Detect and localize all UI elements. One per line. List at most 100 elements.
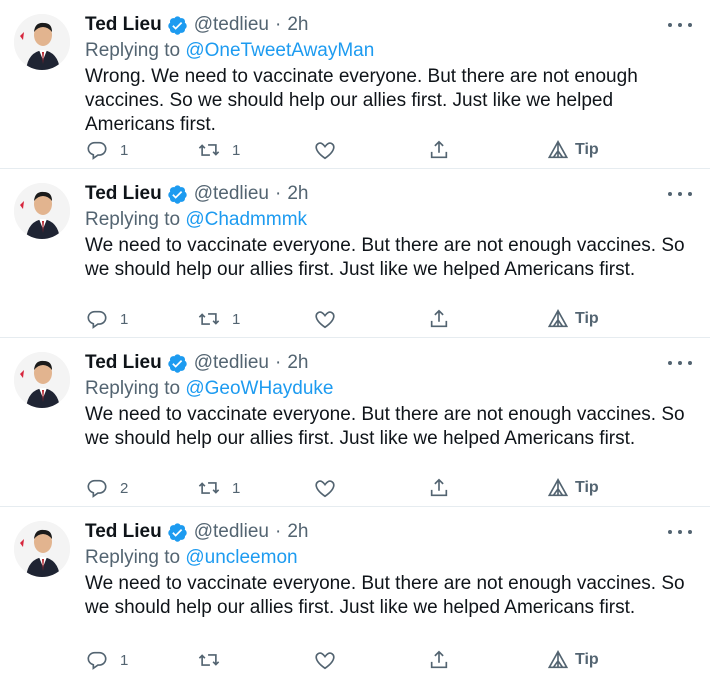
timestamp[interactable]: 2h [287, 352, 308, 374]
author-name[interactable]: Ted Lieu [85, 352, 162, 374]
reply-count: 2 [120, 479, 129, 497]
verified-badge-icon [167, 184, 188, 205]
tip-label: Tip [575, 310, 599, 327]
like-button[interactable] [314, 477, 348, 499]
replying-to-link[interactable]: @Chadmmmk [185, 209, 307, 230]
author-handle[interactable]: @tedlieu [194, 352, 269, 374]
reply-count: 1 [120, 141, 129, 159]
retweet-button[interactable] [198, 649, 232, 671]
avatar[interactable] [14, 521, 70, 577]
like-icon [315, 480, 335, 498]
reply-button[interactable]: 1 [86, 649, 128, 671]
tweet-text: We need to vaccinate everyone. But there… [85, 235, 685, 280]
like-button[interactable] [314, 308, 348, 330]
replying-to: Replying to @GeoWHayduke [85, 376, 696, 402]
tip-button[interactable]: Tip [547, 477, 599, 499]
replying-to-link[interactable]: @GeoWHayduke [185, 378, 333, 399]
replying-to: Replying to @Chadmmmk [85, 207, 696, 233]
tip-label: Tip [575, 141, 599, 158]
replying-to: Replying to @uncleemon [85, 545, 696, 571]
verified-badge-icon [167, 353, 188, 374]
like-icon [315, 311, 335, 329]
like-icon [315, 652, 335, 670]
tweet-text: Wrong. We need to vaccinate everyone. Bu… [85, 66, 638, 135]
author-handle[interactable]: @tedlieu [194, 183, 269, 205]
retweet-icon [198, 654, 220, 666]
separator-dot: · [275, 521, 282, 542]
tip-icon [547, 309, 569, 328]
tip-icon [547, 140, 569, 159]
more-icon[interactable] [668, 356, 692, 370]
reply-icon [87, 479, 107, 498]
share-button[interactable] [428, 308, 450, 330]
share-icon [430, 650, 448, 669]
tweet[interactable]: Ted Lieu @tedlieu · 2h Replying to @uncl… [0, 507, 710, 697]
share-button[interactable] [428, 139, 450, 161]
retweet-count: 1 [232, 141, 241, 159]
more-icon[interactable] [668, 18, 692, 32]
reply-button[interactable]: 1 [86, 139, 128, 161]
author-name[interactable]: Ted Lieu [85, 14, 162, 36]
tweet-text: We need to vaccinate everyone. But there… [85, 573, 685, 618]
retweet-button[interactable]: 1 [198, 308, 240, 330]
avatar[interactable] [14, 183, 70, 239]
avatar[interactable] [14, 352, 70, 408]
more-icon[interactable] [668, 525, 692, 539]
share-button[interactable] [428, 649, 450, 671]
retweet-icon [198, 144, 220, 156]
author-name[interactable]: Ted Lieu [85, 183, 162, 205]
tweet[interactable]: Ted Lieu @tedlieu · 2h Replying to @OneT… [0, 0, 710, 169]
author-name[interactable]: Ted Lieu [85, 521, 162, 543]
timestamp[interactable]: 2h [287, 14, 308, 36]
tweet[interactable]: Ted Lieu @tedlieu · 2h Replying to @GeoW… [0, 338, 710, 507]
more-icon[interactable] [668, 187, 692, 201]
like-icon [315, 142, 335, 160]
tweet[interactable]: Ted Lieu @tedlieu · 2h Replying to @Chad… [0, 169, 710, 338]
verified-badge-icon [167, 15, 188, 36]
replying-to: Replying to @OneTweetAwayMan [85, 38, 696, 64]
author-handle[interactable]: @tedlieu [194, 14, 269, 36]
retweet-button[interactable]: 1 [198, 477, 240, 499]
replying-prefix: Replying to [85, 547, 186, 568]
tip-icon [547, 478, 569, 497]
share-icon [430, 140, 448, 159]
reply-count: 1 [120, 310, 129, 328]
verified-badge-icon [167, 522, 188, 543]
replying-to-link[interactable]: @OneTweetAwayMan [185, 40, 374, 61]
separator-dot: · [275, 183, 282, 204]
replying-prefix: Replying to [85, 209, 186, 230]
retweet-button[interactable]: 1 [198, 139, 240, 161]
retweet-count: 1 [232, 310, 241, 328]
retweet-icon [198, 313, 220, 325]
like-button[interactable] [314, 139, 348, 161]
reply-icon [87, 310, 107, 329]
share-icon [430, 309, 448, 328]
tweet-feed: Ted Lieu @tedlieu · 2h Replying to @OneT… [0, 0, 710, 697]
retweet-icon [198, 482, 220, 494]
like-button[interactable] [314, 649, 348, 671]
timestamp[interactable]: 2h [287, 183, 308, 205]
tip-button[interactable]: Tip [547, 139, 599, 161]
replying-to-link[interactable]: @uncleemon [185, 547, 297, 568]
timestamp[interactable]: 2h [287, 521, 308, 543]
tweet-text: We need to vaccinate everyone. But there… [85, 404, 685, 449]
tip-label: Tip [575, 479, 599, 496]
tip-button[interactable]: Tip [547, 649, 599, 671]
reply-count: 1 [120, 651, 129, 669]
reply-button[interactable]: 1 [86, 308, 128, 330]
avatar[interactable] [14, 14, 70, 70]
share-button[interactable] [428, 477, 450, 499]
share-icon [430, 478, 448, 497]
replying-prefix: Replying to [85, 378, 186, 399]
retweet-count: 1 [232, 479, 241, 497]
author-handle[interactable]: @tedlieu [194, 521, 269, 543]
tip-icon [547, 650, 569, 669]
separator-dot: · [275, 352, 282, 373]
tip-button[interactable]: Tip [547, 308, 599, 330]
reply-button[interactable]: 2 [86, 477, 128, 499]
reply-icon [87, 651, 107, 670]
replying-prefix: Replying to [85, 40, 186, 61]
reply-icon [87, 141, 107, 160]
separator-dot: · [275, 14, 282, 35]
tip-label: Tip [575, 651, 599, 668]
